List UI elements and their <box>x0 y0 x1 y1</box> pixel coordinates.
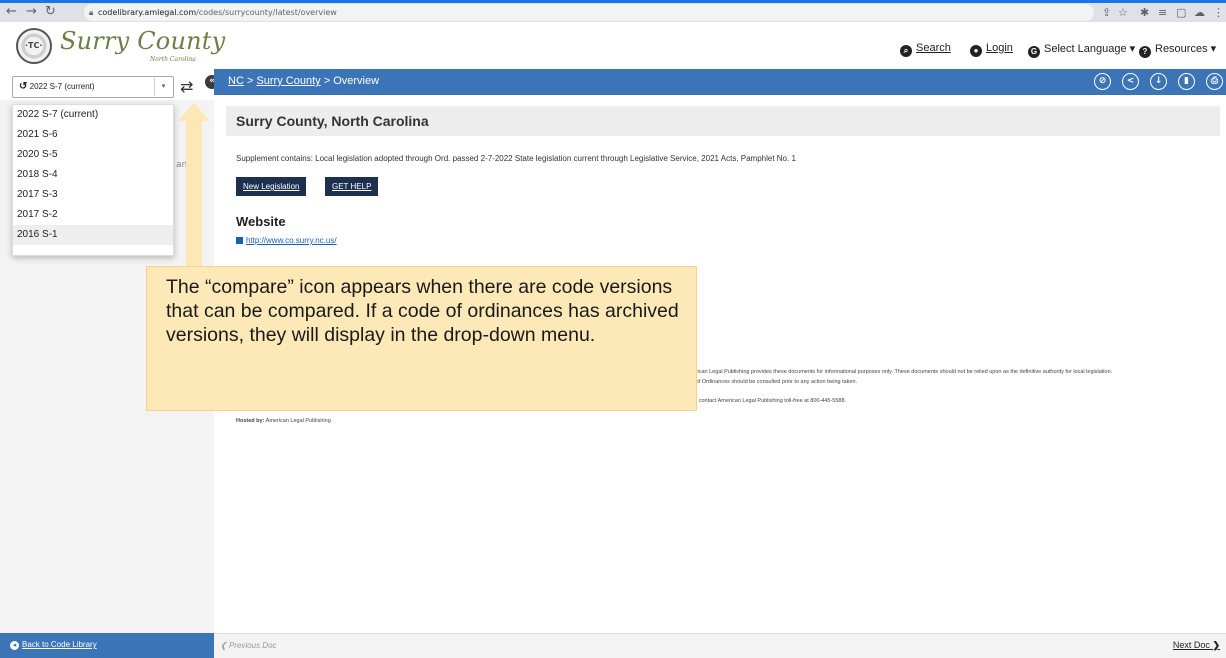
next-doc-link[interactable]: Next Doc ❯ <box>1173 640 1220 651</box>
language-label: Select Language <box>1044 43 1127 55</box>
disclaimer-text: merican Legal Publishing provides these … <box>688 369 1113 375</box>
window-icon[interactable]: ▢ <box>1176 6 1186 19</box>
breadcrumb-bar: NC > Surry County > Overview ⊘ < ↓ ▮ ⎙ <box>214 69 1226 95</box>
supplement-text: Supplement contains: Local legislation a… <box>236 154 796 163</box>
disclaimer-text: de of Ordinances should be consulted pri… <box>688 379 858 385</box>
version-option[interactable]: 2017 S-3 <box>13 185 173 205</box>
callout-box: The “compare” icon appears when there ar… <box>146 266 697 411</box>
breadcrumb: NC > Surry County > Overview <box>228 75 379 87</box>
help-icon: ? <box>1139 46 1151 58</box>
no-alerts-icon[interactable]: ⊘ <box>1094 73 1111 90</box>
version-option[interactable]: 2017 S-2 <box>13 205 173 225</box>
contact-text: y or contact American Legal Publishing t… <box>688 398 847 404</box>
lock-icon: 🔒︎ <box>89 8 94 17</box>
next-label: Next Doc <box>1172 640 1210 650</box>
breadcrumb-current: Overview <box>333 75 380 87</box>
version-option[interactable]: 2020 S-5 <box>13 145 173 165</box>
back-arrow-icon: ◂ <box>10 641 19 650</box>
version-option[interactable]: 2021 S-6 <box>13 125 173 145</box>
chevron-left-icon: ❮ <box>220 641 227 650</box>
breadcrumb-separator: > <box>320 75 334 87</box>
share-icon[interactable]: < <box>1122 73 1139 90</box>
callout-text: The “compare” icon appears when there ar… <box>166 276 679 346</box>
menu-kebab-icon[interactable]: ⋮ <box>1213 6 1224 19</box>
browser-toolbar: ← → ↻ 🔒︎ codelibrary.amlegal.com/codes/s… <box>0 0 1226 22</box>
website-link[interactable]: http://www.co.surry.nc.us/ <box>236 236 337 245</box>
external-link-icon <box>236 237 243 244</box>
callout-arrow <box>186 120 202 270</box>
url-path: /codes/surrycounty/latest/overview <box>196 8 337 17</box>
version-option[interactable]: 2018 S-4 <box>13 165 173 185</box>
back-arrow-icon[interactable]: ← <box>6 4 17 19</box>
forward-arrow-icon[interactable]: → <box>26 4 37 19</box>
footer-nav: ❮ Previous Doc Next Doc ❯ <box>214 633 1226 658</box>
chevron-down-icon: ▾ <box>1210 43 1217 55</box>
back-label: Back to Code Library <box>22 640 97 649</box>
new-legislation-button[interactable]: New Legislation <box>236 177 307 196</box>
back-to-library-link[interactable]: ◂ Back to Code Library <box>10 640 97 650</box>
google-translate-icon: G <box>1028 46 1040 58</box>
prev-label: Previous Doc <box>228 641 277 650</box>
download-icon[interactable]: ↓ <box>1150 73 1167 90</box>
title-bar: Surry County, North Carolina <box>226 106 1220 136</box>
hosted-by: Hosted by: American Legal Publishing <box>236 418 331 424</box>
site-header: ·TC· Surry County North Carolina ⌕ Search… <box>0 22 1226 70</box>
callout-arrow-head <box>178 103 210 121</box>
version-option[interactable]: 2016 S-1 <box>13 225 173 245</box>
extensions-icon[interactable]: ✱ <box>1140 6 1149 19</box>
hosted-label: Hosted by: <box>236 418 265 424</box>
brand-title[interactable]: Surry County <box>60 27 225 55</box>
url-host: codelibrary.amlegal.com <box>98 8 197 17</box>
chevron-down-icon[interactable]: ▾ <box>154 78 172 96</box>
website-url: http://www.co.surry.nc.us/ <box>246 236 337 245</box>
previous-doc-link[interactable]: ❮ Previous Doc <box>220 641 277 650</box>
media-icon[interactable]: ≡ <box>1158 6 1167 19</box>
history-icon: ↺ <box>19 81 28 92</box>
profile-icon[interactable]: ☁ <box>1194 6 1205 19</box>
version-option[interactable]: 2022 S-7 (current) <box>13 105 173 125</box>
breadcrumb-county[interactable]: Surry County <box>256 75 320 87</box>
reload-icon[interactable]: ↻ <box>45 4 56 19</box>
resources-label: Resources <box>1155 43 1208 55</box>
compare-icon[interactable]: ⇄ <box>180 77 193 96</box>
search-icon: ⌕ <box>900 45 912 57</box>
version-dropdown: 2022 S-7 (current) 2021 S-6 2020 S-5 201… <box>12 104 174 256</box>
footer-left: ◂ Back to Code Library <box>0 633 214 658</box>
brand-subtitle: North Carolina <box>150 56 196 63</box>
breadcrumb-separator: > <box>243 75 257 87</box>
version-select[interactable]: ↺ 2022 S-7 (current) ▾ <box>12 76 174 98</box>
hosted-value: American Legal Publishing <box>264 418 331 424</box>
search-link[interactable]: ⌕ Search <box>900 42 951 57</box>
login-label: Login <box>986 42 1013 54</box>
search-label: Search <box>916 42 951 54</box>
breadcrumb-nc[interactable]: NC <box>228 75 244 87</box>
bookmark-icon[interactable]: ▮ <box>1178 73 1195 90</box>
county-seal-icon: ·TC· <box>16 28 52 64</box>
address-bar[interactable]: 🔒︎ codelibrary.amlegal.com/codes/surryco… <box>84 4 1094 21</box>
user-icon: ● <box>970 45 982 57</box>
website-heading: Website <box>236 214 286 229</box>
get-help-button[interactable]: GET HELP <box>325 177 379 196</box>
share-icon[interactable]: ⇪ <box>1102 6 1111 19</box>
page-title: Surry County, North Carolina <box>236 113 429 129</box>
language-select[interactable]: G Select Language ▾ <box>1028 42 1135 58</box>
print-icon[interactable]: ⎙ <box>1206 73 1223 90</box>
chevron-right-icon: ❯ <box>1212 640 1220 650</box>
version-selected-label: 2022 S-7 (current) <box>29 82 95 91</box>
star-icon[interactable]: ☆ <box>1118 6 1128 19</box>
resources-menu[interactable]: ? Resources ▾ <box>1139 42 1216 58</box>
chevron-down-icon: ▾ <box>1129 43 1136 55</box>
login-link[interactable]: ● Login <box>970 42 1013 57</box>
